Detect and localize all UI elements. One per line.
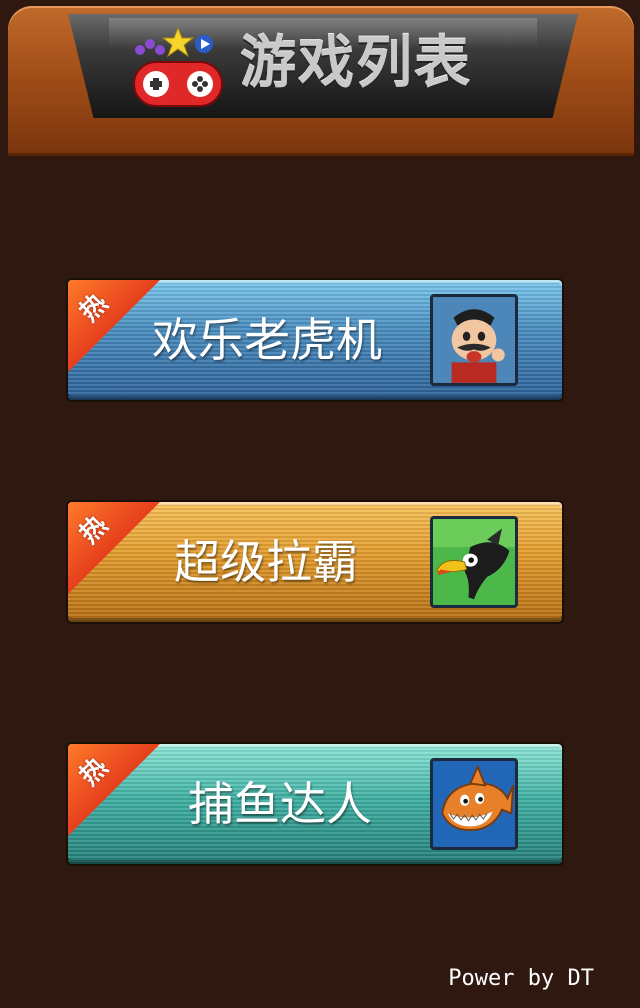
header-bar: 游戏列表: [8, 6, 634, 156]
toucan-icon: [430, 516, 518, 608]
fruit-man-icon: [430, 294, 518, 386]
game-title: 欢乐老虎机: [152, 313, 382, 367]
gamepad-icon: [133, 26, 223, 107]
game-button-slot-machine[interactable]: 热 欢乐老虎机: [66, 278, 564, 402]
game-title: 捕鱼达人: [188, 777, 372, 831]
page-title: 游戏列表: [240, 31, 472, 96]
shark-icon: [430, 758, 518, 850]
game-title: 超级拉霸: [174, 535, 358, 589]
game-button-fishing-master[interactable]: 热 捕鱼达人: [66, 742, 564, 866]
game-button-super-slots[interactable]: 热 超级拉霸: [66, 500, 564, 624]
footer-credit: Power by DT: [448, 966, 594, 991]
